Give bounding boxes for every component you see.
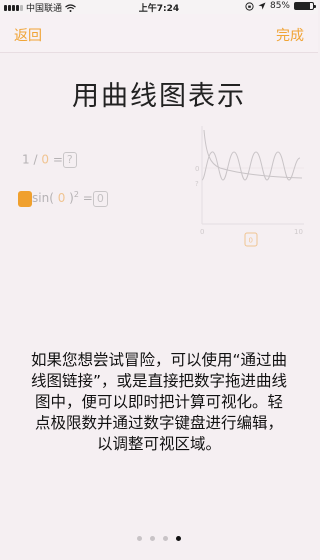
page-dot[interactable]	[137, 536, 142, 541]
expr2-power: 2	[73, 190, 79, 199]
expr2-equals: =	[82, 191, 93, 205]
expr2-highlight-marker	[18, 190, 32, 207]
page-dot[interactable]	[150, 536, 155, 541]
expr1-result-box: ?	[62, 152, 77, 168]
graph-x-min: 0	[200, 228, 204, 236]
graph-y-mark: ?	[195, 180, 199, 188]
page-indicator[interactable]	[0, 536, 318, 541]
page-dot[interactable]	[163, 536, 168, 541]
expr1-equals: =	[52, 152, 63, 167]
battery-level	[295, 3, 311, 9]
page-dot[interactable]	[176, 536, 181, 541]
graph-x-max: 10	[294, 228, 303, 236]
back-button[interactable]: 返回	[14, 25, 42, 45]
expr2-result-box: 0	[92, 190, 108, 207]
graph-y-label: 0	[195, 165, 199, 173]
page-title: 用曲线图表示	[72, 81, 246, 112]
expr1-operator: /	[33, 152, 38, 167]
function-graph: 0 ? 0 10 0	[195, 126, 304, 247]
graph-value-box-label: 0	[249, 237, 253, 245]
location-arrow-icon	[258, 2, 266, 10]
expr1-numerator: 1	[22, 152, 30, 167]
expression-division: 1 / 0 =?	[22, 152, 77, 168]
expr2-function: sin(	[32, 191, 54, 205]
done-button[interactable]: 完成	[276, 25, 304, 45]
expr1-denominator: 0	[41, 152, 49, 167]
description-text: 如果您想尝试冒险，可以使用“通过曲线图链接”，或是直接把数字拖进曲线图中，便可以…	[30, 351, 288, 453]
expr2-argument: 0	[57, 191, 66, 205]
battery-percent: 85%	[269, 1, 290, 11]
status-bar: 中国联通 上午7:24 85%	[0, 0, 318, 14]
status-right: 85%	[245, 1, 316, 11]
battery-icon	[294, 2, 316, 10]
expression-sine-squared: sin( 0 )2 = 0	[18, 190, 108, 207]
navigation-bar: 返回 完成	[0, 14, 318, 53]
orientation-lock-icon	[245, 1, 254, 11]
